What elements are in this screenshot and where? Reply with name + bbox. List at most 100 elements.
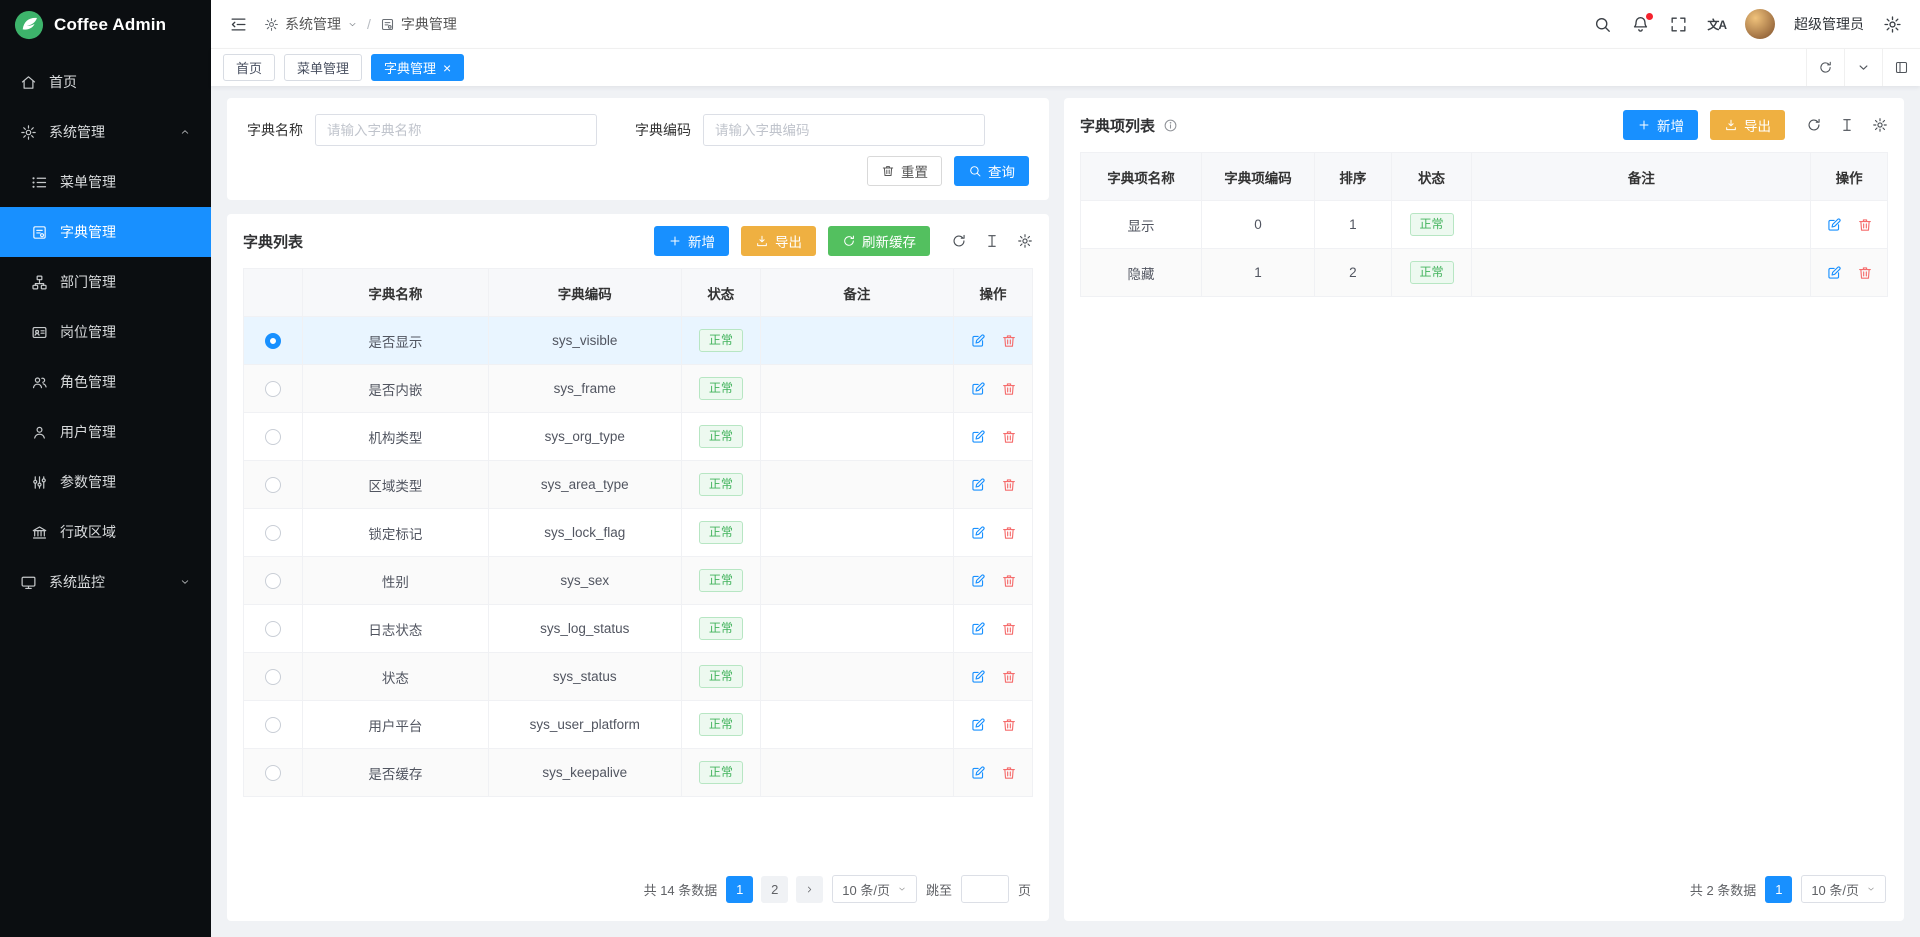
close-icon[interactable]: × [443, 61, 451, 75]
row-select-radio[interactable] [265, 429, 281, 445]
delete-icon[interactable] [1857, 265, 1873, 281]
row-select-radio[interactable] [265, 717, 281, 733]
edit-icon[interactable] [970, 477, 986, 493]
search-icon[interactable] [1593, 15, 1612, 34]
notifications-button[interactable] [1631, 15, 1650, 34]
breadcrumb-system[interactable]: 系统管理 [264, 14, 358, 34]
delete-icon[interactable] [1001, 477, 1017, 493]
tab-home[interactable]: 首页 [223, 54, 275, 81]
dict-table-row[interactable]: 用户平台sys_user_platform正常 [244, 701, 1033, 749]
refresh-cache-button[interactable]: 刷新缓存 [828, 226, 930, 256]
sidebar-item-dept[interactable]: 部门管理 [0, 257, 211, 307]
page-button-2[interactable]: 2 [761, 876, 788, 903]
delete-icon[interactable] [1001, 429, 1017, 445]
sidebar-item-menu[interactable]: 菜单管理 [0, 157, 211, 207]
sidebar-item-post[interactable]: 岗位管理 [0, 307, 211, 357]
tab-menu[interactable]: 菜单管理 [284, 54, 362, 81]
edit-icon[interactable] [970, 333, 986, 349]
page-size-select[interactable]: 10 条/页 [832, 875, 917, 903]
row-select-radio[interactable] [265, 669, 281, 685]
delete-icon[interactable] [1001, 765, 1017, 781]
tab-actions-dropdown[interactable] [1844, 49, 1882, 86]
edit-icon[interactable] [1826, 217, 1842, 233]
add-dict-item-button[interactable]: 新增 [1623, 110, 1698, 140]
edit-icon[interactable] [970, 573, 986, 589]
sidebar-item-system[interactable]: 系统管理 [0, 107, 211, 157]
dict-item-table-row[interactable]: 隐藏12正常 [1081, 249, 1888, 297]
sidebar-item-monitor[interactable]: 系统监控 [0, 557, 211, 607]
refresh-tab-button[interactable] [1806, 49, 1844, 86]
sidebar-item-user[interactable]: 用户管理 [0, 407, 211, 457]
delete-icon[interactable] [1001, 525, 1017, 541]
column-header: 字典名称 [303, 269, 488, 317]
sidebar-item-home[interactable]: 首页 [0, 57, 211, 107]
page-button-1[interactable]: 1 [1765, 876, 1792, 903]
sidebar-item-region[interactable]: 行政区域 [0, 507, 211, 557]
row-select-radio[interactable] [265, 477, 281, 493]
column-settings-icon[interactable] [1872, 117, 1888, 133]
row-select-radio[interactable] [265, 333, 281, 349]
export-dict-button[interactable]: 导出 [741, 226, 816, 256]
menu-fold-icon[interactable] [229, 15, 248, 34]
avatar[interactable] [1745, 9, 1775, 39]
sidebar-item-role[interactable]: 角色管理 [0, 357, 211, 407]
delete-icon[interactable] [1001, 333, 1017, 349]
next-page-button[interactable] [796, 876, 823, 903]
row-select-radio[interactable] [265, 765, 281, 781]
dict-table-row[interactable]: 是否显示sys_visible正常 [244, 317, 1033, 365]
fullscreen-icon[interactable] [1669, 15, 1688, 34]
jump-page-input[interactable] [961, 875, 1009, 903]
edit-icon[interactable] [970, 717, 986, 733]
row-select-radio[interactable] [265, 621, 281, 637]
tab-dict[interactable]: 字典管理× [371, 54, 464, 81]
delete-icon[interactable] [1001, 573, 1017, 589]
dict-name-input[interactable] [315, 114, 597, 146]
user-name[interactable]: 超级管理员 [1794, 14, 1864, 34]
column-settings-icon[interactable] [1017, 233, 1033, 249]
dict-item-table-row[interactable]: 显示01正常 [1081, 201, 1888, 249]
edit-icon[interactable] [970, 669, 986, 685]
density-icon[interactable] [1839, 117, 1855, 133]
edit-icon[interactable] [970, 381, 986, 397]
refresh-table-icon[interactable] [951, 233, 967, 249]
breadcrumb-dict[interactable]: 字典管理 [380, 14, 457, 34]
row-select-radio[interactable] [265, 381, 281, 397]
add-dict-button[interactable]: 新增 [654, 226, 729, 256]
sidebar-item-dict[interactable]: 字典管理 [0, 207, 211, 257]
delete-icon[interactable] [1001, 717, 1017, 733]
page-button-1[interactable]: 1 [726, 876, 753, 903]
dict-table-row[interactable]: 锁定标记sys_lock_flag正常 [244, 509, 1033, 557]
settings-gear-icon[interactable] [1883, 15, 1902, 34]
content-fullscreen-button[interactable] [1882, 49, 1920, 86]
refresh-table-icon[interactable] [1806, 117, 1822, 133]
reset-button[interactable]: 重置 [867, 156, 942, 186]
delete-icon[interactable] [1001, 381, 1017, 397]
dict-table-row[interactable]: 是否缓存sys_keepalive正常 [244, 749, 1033, 797]
edit-icon[interactable] [970, 429, 986, 445]
dict-code-input[interactable] [703, 114, 985, 146]
tab-label: 首页 [236, 58, 262, 77]
translate-icon[interactable]: 文A [1707, 16, 1726, 33]
delete-icon[interactable] [1857, 217, 1873, 233]
row-select-radio[interactable] [265, 525, 281, 541]
delete-icon[interactable] [1001, 621, 1017, 637]
edit-icon[interactable] [1826, 265, 1842, 281]
row-select-radio[interactable] [265, 573, 281, 589]
dict-table-row[interactable]: 状态sys_status正常 [244, 653, 1033, 701]
delete-icon[interactable] [1001, 669, 1017, 685]
dict-table-row[interactable]: 性别sys_sex正常 [244, 557, 1033, 605]
query-button[interactable]: 查询 [954, 156, 1029, 186]
page-size-select[interactable]: 10 条/页 [1801, 875, 1886, 903]
density-icon[interactable] [984, 233, 1000, 249]
dict-table-row[interactable]: 区域类型sys_area_type正常 [244, 461, 1033, 509]
sidebar-item-label: 系统管理 [49, 122, 105, 142]
chevron-down-icon [1856, 60, 1871, 75]
dict-table-row[interactable]: 日志状态sys_log_status正常 [244, 605, 1033, 653]
dict-table-row[interactable]: 机构类型sys_org_type正常 [244, 413, 1033, 461]
sidebar-item-param[interactable]: 参数管理 [0, 457, 211, 507]
edit-icon[interactable] [970, 525, 986, 541]
dict-table-row[interactable]: 是否内嵌sys_frame正常 [244, 365, 1033, 413]
edit-icon[interactable] [970, 621, 986, 637]
edit-icon[interactable] [970, 765, 986, 781]
export-dict-item-button[interactable]: 导出 [1710, 110, 1785, 140]
